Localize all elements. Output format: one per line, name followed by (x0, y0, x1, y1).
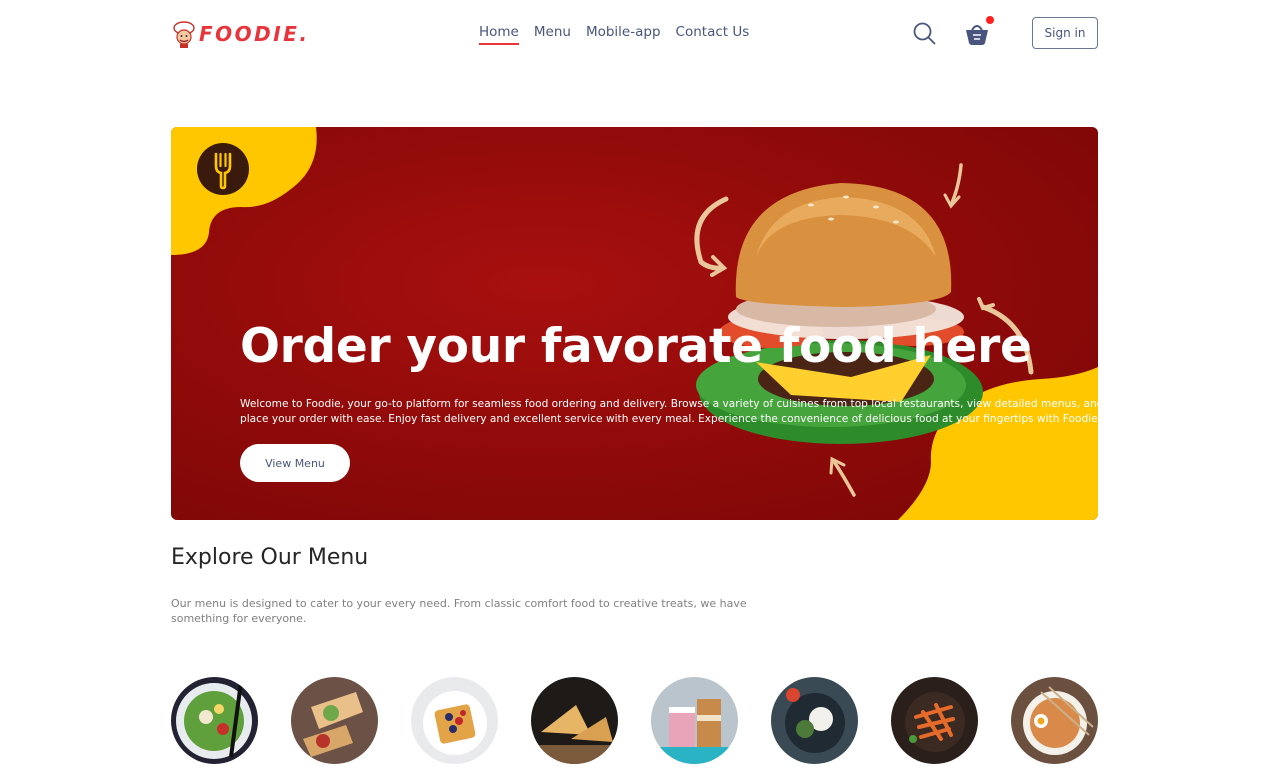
basket-icon (966, 25, 988, 45)
search-icon[interactable] (912, 21, 936, 45)
desserts-image (411, 677, 498, 764)
menu-category-cake[interactable] (651, 677, 738, 764)
nav-menu: Home Menu Mobile-app Contact Us (479, 24, 749, 45)
nav-item-mobile-app[interactable]: Mobile-app (586, 24, 661, 45)
explore-menu-title: Explore Our Menu (171, 545, 369, 570)
noodles-image (1011, 677, 1098, 764)
view-menu-button[interactable]: View Menu (240, 444, 350, 482)
explore-menu-text: Our menu is designed to cater to your ev… (171, 597, 747, 625)
logo-text: FOODIE. (199, 22, 310, 46)
hero-title: Order your favorate food here (240, 319, 1032, 374)
menu-category-list (171, 677, 1098, 765)
menu-category-salad[interactable] (171, 677, 258, 764)
menu-category-rolls[interactable] (291, 677, 378, 764)
menu-category-desserts[interactable] (411, 677, 498, 764)
chef-logo-icon (173, 21, 195, 48)
nav-item-home[interactable]: Home (479, 24, 519, 45)
logo[interactable]: FOODIE. (171, 20, 309, 48)
basket-button[interactable] (964, 16, 994, 46)
rolls-image (291, 677, 378, 764)
nav-item-contact-us[interactable]: Contact Us (676, 24, 750, 45)
menu-category-pure-veg[interactable] (771, 677, 858, 764)
hero-description: Welcome to Foodie, your go-to platform f… (240, 398, 1098, 425)
pure-veg-image (771, 677, 858, 764)
hero-banner: Order your favorate food here Welcome to… (171, 127, 1098, 520)
navbar: FOODIE. Home Menu Mobile-app Contact Us … (171, 0, 1098, 68)
nav-right: Sign in (912, 16, 1098, 49)
salad-image (171, 677, 258, 764)
sandwich-image (531, 677, 618, 764)
menu-category-pasta[interactable] (891, 677, 978, 764)
menu-category-sandwich[interactable] (531, 677, 618, 764)
basket-notification-dot (986, 16, 994, 24)
fork-icon (197, 143, 249, 195)
sign-in-button[interactable]: Sign in (1032, 17, 1098, 49)
pasta-image (891, 677, 978, 764)
cake-image (651, 677, 738, 764)
menu-category-noodles[interactable] (1011, 677, 1098, 764)
nav-item-menu[interactable]: Menu (534, 24, 571, 45)
